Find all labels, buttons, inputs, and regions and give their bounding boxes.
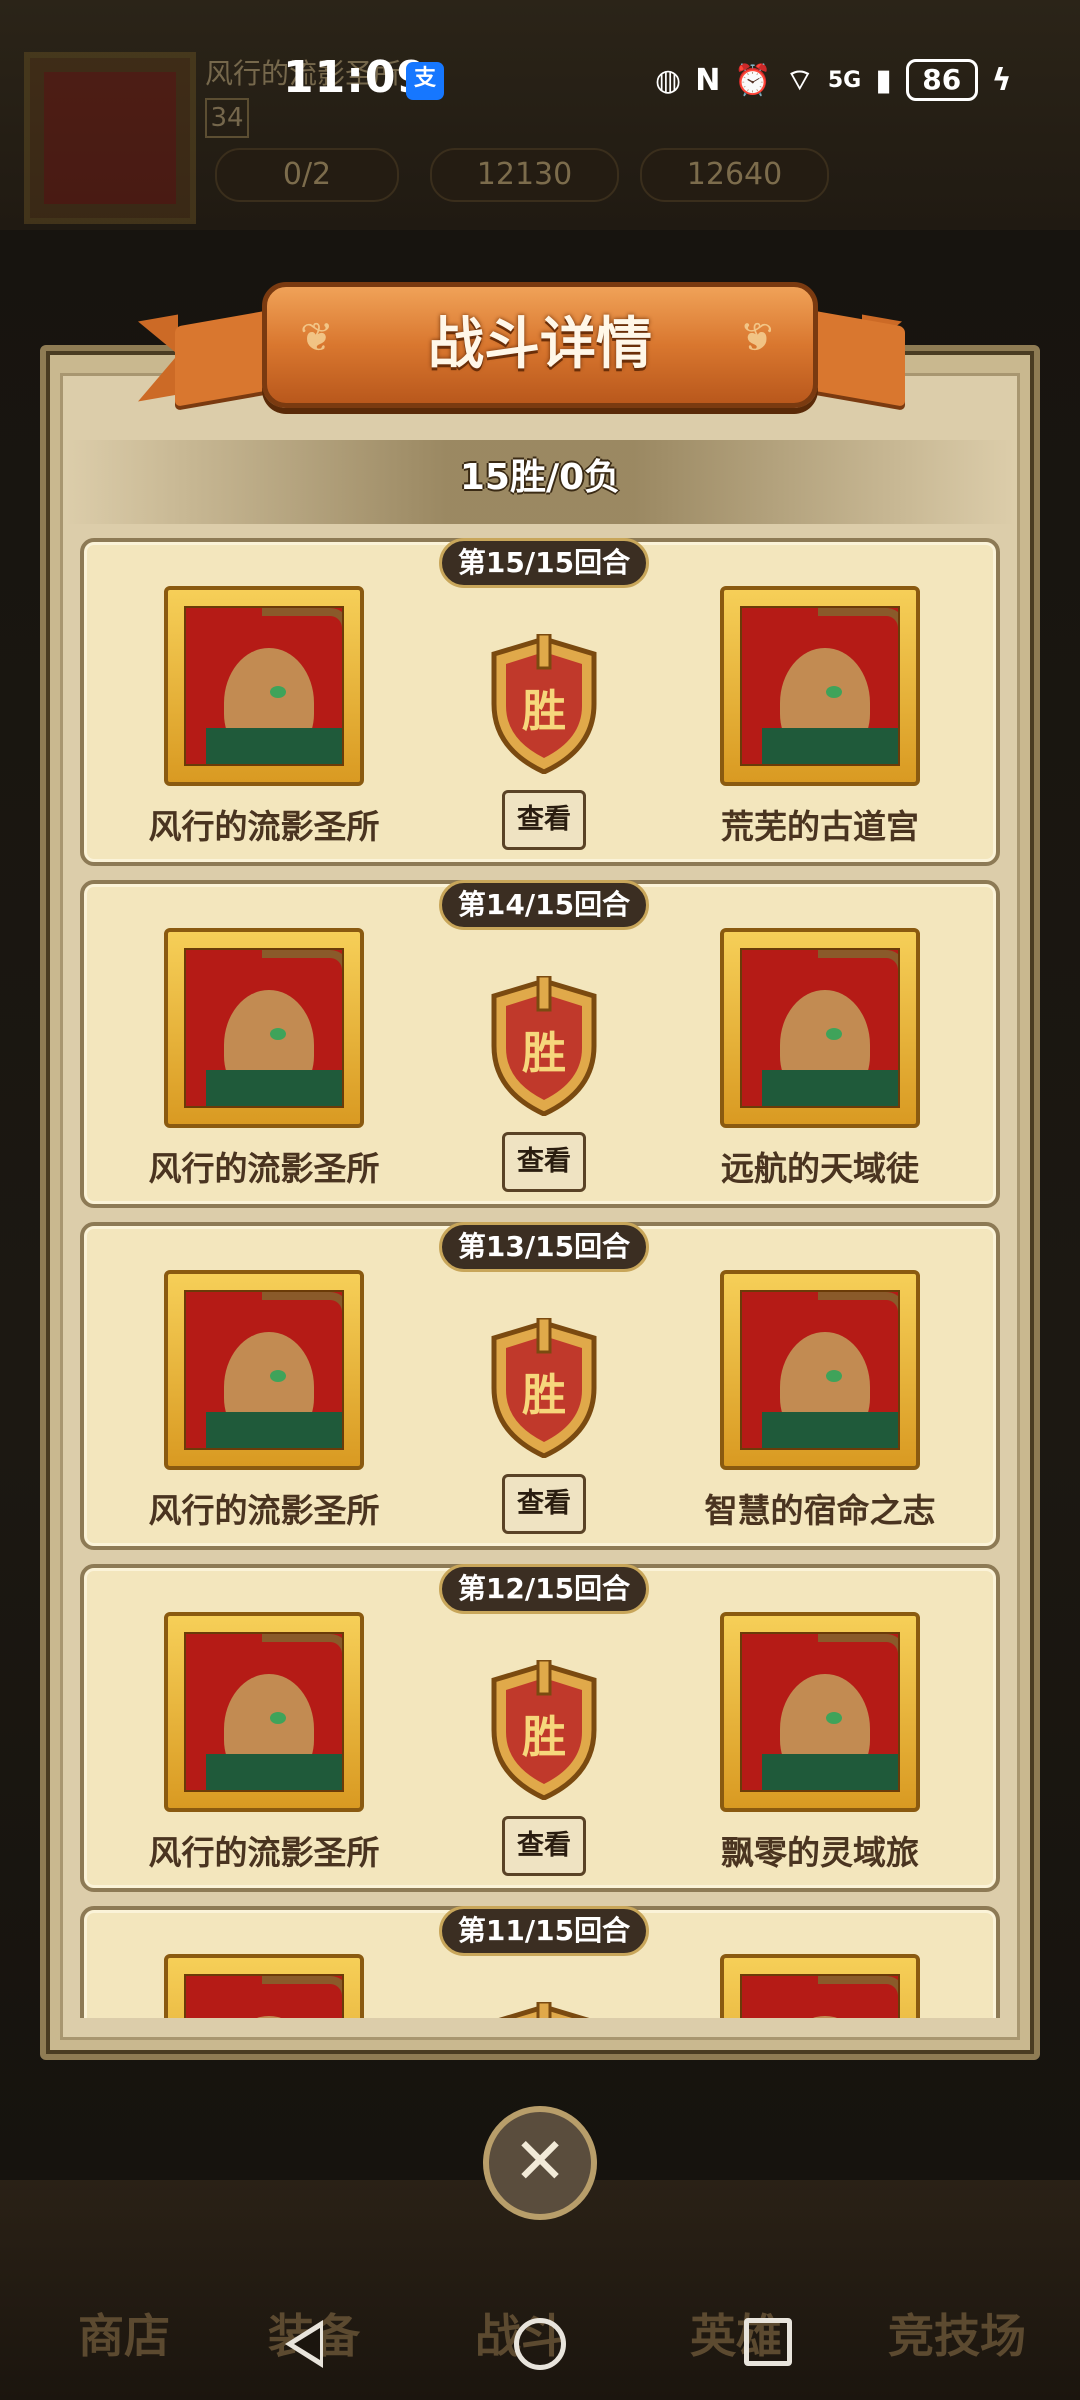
home-icon[interactable] [514,2318,566,2370]
round-list[interactable]: 第15/15回合 胜 查看 风行的流影圣所 荒芜的古道宫 第14/15回合 胜 … [80,538,1000,2018]
player-portrait[interactable] [164,1270,364,1470]
win-loss-summary: 15胜/0负 [459,457,621,498]
round-card: 第14/15回合 胜 查看 风行的流影圣所 远航的天域徒 [80,880,1000,1208]
opponent-name-label: 远航的天域徒 [721,1149,919,1188]
view-button[interactable]: 查看 [502,1816,586,1876]
victory-shield-icon: 胜 [491,1660,597,1800]
view-button[interactable]: 查看 [502,1474,586,1534]
victory-shield-icon: 胜 [491,1318,597,1458]
opponent-name-label: 智慧的宿命之志 [704,1491,936,1530]
nfc-icon: N [695,62,721,98]
opponent-portrait[interactable] [720,1612,920,1812]
player-name-label: 风行的流影圣所 [148,1833,380,1872]
result-text: 胜 [522,1028,566,1079]
stat-pill-2: 12130 [430,148,619,202]
network-label: 5G [827,67,862,93]
player-portrait[interactable] [164,1954,364,2018]
round-card: 第13/15回合 胜 查看 风行的流影圣所 智慧的宿命之志 [80,1222,1000,1550]
opponent-portrait[interactable] [720,1954,920,2018]
ribbon-tail-left [138,314,178,402]
opponent-portrait[interactable] [720,586,920,786]
status-bar: 11:09 支 ◍ N ⏰ ⌔ 5G ▮ 86 ϟ [0,40,1080,120]
signal-icon: ▮ [875,62,892,98]
round-card: 第15/15回合 胜 查看 风行的流影圣所 荒芜的古道宫 [80,538,1000,866]
recent-apps-icon[interactable] [744,2318,792,2366]
dialog-title: 战斗详情 [428,312,652,377]
back-icon[interactable] [285,2320,323,2368]
round-card: 第12/15回合 胜 查看 风行的流影圣所 飘零的灵域旅 [80,1564,1000,1892]
view-button[interactable]: 查看 [502,790,586,850]
round-label: 第11/15回合 [439,1906,649,1956]
hd-icon: ◍ [655,62,682,98]
system-nav-bar [0,2300,1080,2400]
victory-shield-icon: 胜 [491,634,597,774]
round-label: 第13/15回合 [439,1222,649,1272]
player-portrait[interactable] [164,928,364,1128]
player-portrait[interactable] [164,1612,364,1812]
opponent-name-label: 飘零的灵域旅 [721,1833,919,1872]
result-text: 胜 [522,1712,566,1763]
player-name-label: 风行的流影圣所 [148,1491,380,1530]
opponent-portrait[interactable] [720,1270,920,1470]
opponent-portrait[interactable] [720,928,920,1128]
victory-shield-icon [498,2002,590,2018]
round-card: 第11/15回合 [80,1906,1000,2018]
battery-icon: 86 [905,59,978,101]
view-button[interactable]: 查看 [502,1132,586,1192]
round-label: 第12/15回合 [439,1564,649,1614]
status-icons: ◍ N ⏰ ⌔ 5G ▮ 86 ϟ [655,58,1012,102]
player-name-label: 风行的流影圣所 [148,1149,380,1188]
round-label: 第14/15回合 [439,880,649,930]
stat-pill-1: 0/2 [215,148,399,202]
victory-shield-icon: 胜 [491,976,597,1116]
round-label: 第15/15回合 [439,538,649,588]
opponent-name-label: 荒芜的古道宫 [721,807,919,846]
alipay-icon: 支 [406,62,444,100]
close-button[interactable]: ✕ [483,2106,597,2220]
result-text: 胜 [522,1370,566,1421]
player-portrait[interactable] [164,586,364,786]
result-text: 胜 [522,686,566,737]
wifi-icon: ⌔ [785,63,814,98]
charging-icon: ϟ [991,62,1012,98]
stat-pill-3: 12640 [640,148,829,202]
alarm-icon: ⏰ [734,62,772,98]
player-name-label: 风行的流影圣所 [148,807,380,846]
